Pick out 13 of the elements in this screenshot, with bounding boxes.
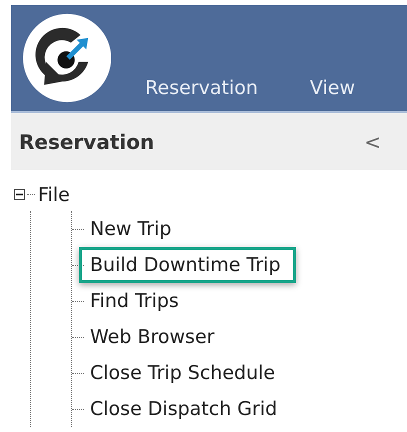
ribbon-tab[interactable]: Reservation [145,77,258,112]
tree-item[interactable]: New Trip [90,218,172,240]
tree-item[interactable]: Find Trips [90,290,179,312]
tree-item[interactable]: Web Browser [90,326,214,348]
tree-item[interactable]: File [38,184,70,206]
ribbon-tab[interactable]: View [310,77,355,112]
tree-item[interactable]: Build Downtime Trip [90,254,281,276]
panel-title: Reservation [19,130,154,154]
tree-item[interactable]: Close Dispatch Grid [90,398,278,420]
collapse-toggle-icon[interactable] [14,189,25,200]
collapse-button[interactable]: < [364,130,381,154]
logo-icon [23,12,112,104]
tree-item[interactable]: Close Trip Schedule [90,362,276,384]
